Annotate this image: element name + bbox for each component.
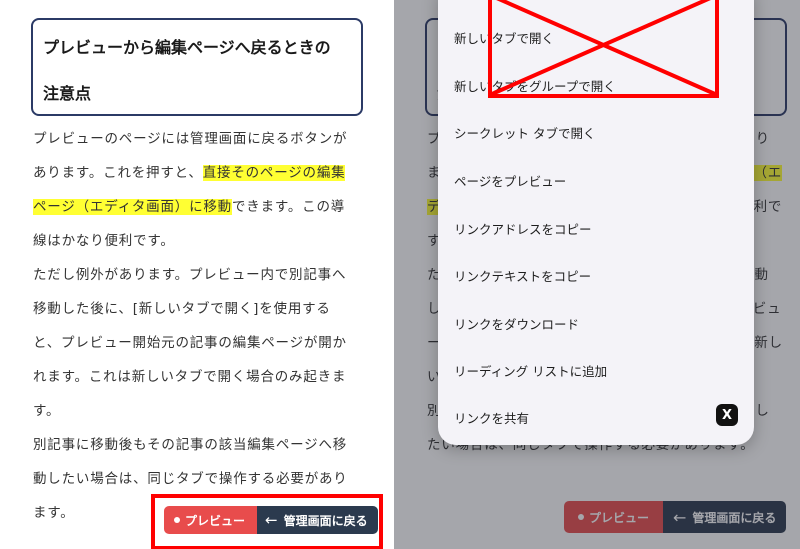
link-context-menu: 新しいタブで開く 新しいタブをグループで開く シークレット タブで開く ページを… — [438, 0, 754, 445]
menu-item-preview-page[interactable]: ページをプレビュー — [454, 171, 566, 190]
menu-item-download-link[interactable]: リンクをダウンロード — [454, 314, 579, 333]
annotation-highlight-frame — [151, 494, 383, 549]
menu-item-add-reading-list[interactable]: リーディング リストに追加 — [454, 361, 607, 380]
menu-item-share-link[interactable]: リンクを共有 — [454, 408, 529, 427]
menu-item-open-incognito[interactable]: シークレット タブで開く — [454, 123, 595, 142]
left-screenshot: プレビューから編集ページへ戻るときの 注意点 プレビューのページには管理画面に戻… — [0, 0, 390, 549]
menu-item-copy-link-address[interactable]: リンクアドレスをコピー — [454, 219, 592, 238]
paragraph-1: プレビューのページには管理画面に戻るボタンがあります。これを押すと、直接そのペー… — [33, 131, 348, 249]
article-title: プレビューから編集ページへ戻るときの 注意点 — [43, 38, 331, 103]
right-screenshot: プレビューから編集ページへ戻るときの 注意点 プレビューのページには管理画面に戻… — [394, 0, 800, 549]
article-title-box: プレビューから編集ページへ戻るときの 注意点 — [31, 18, 363, 116]
annotation-cross-icon — [491, 0, 716, 96]
menu-item-copy-link-text[interactable]: リンクテキストをコピー — [454, 266, 591, 285]
article: プレビューから編集ページへ戻るときの 注意点 プレビューのページには管理画面に戻… — [31, 18, 363, 530]
paragraph-2: ただし例外があります。プレビュー内で別記事へ移動した後に、[新しいタブで開く]を… — [33, 267, 347, 419]
x-share-icon[interactable]: X — [716, 404, 738, 426]
